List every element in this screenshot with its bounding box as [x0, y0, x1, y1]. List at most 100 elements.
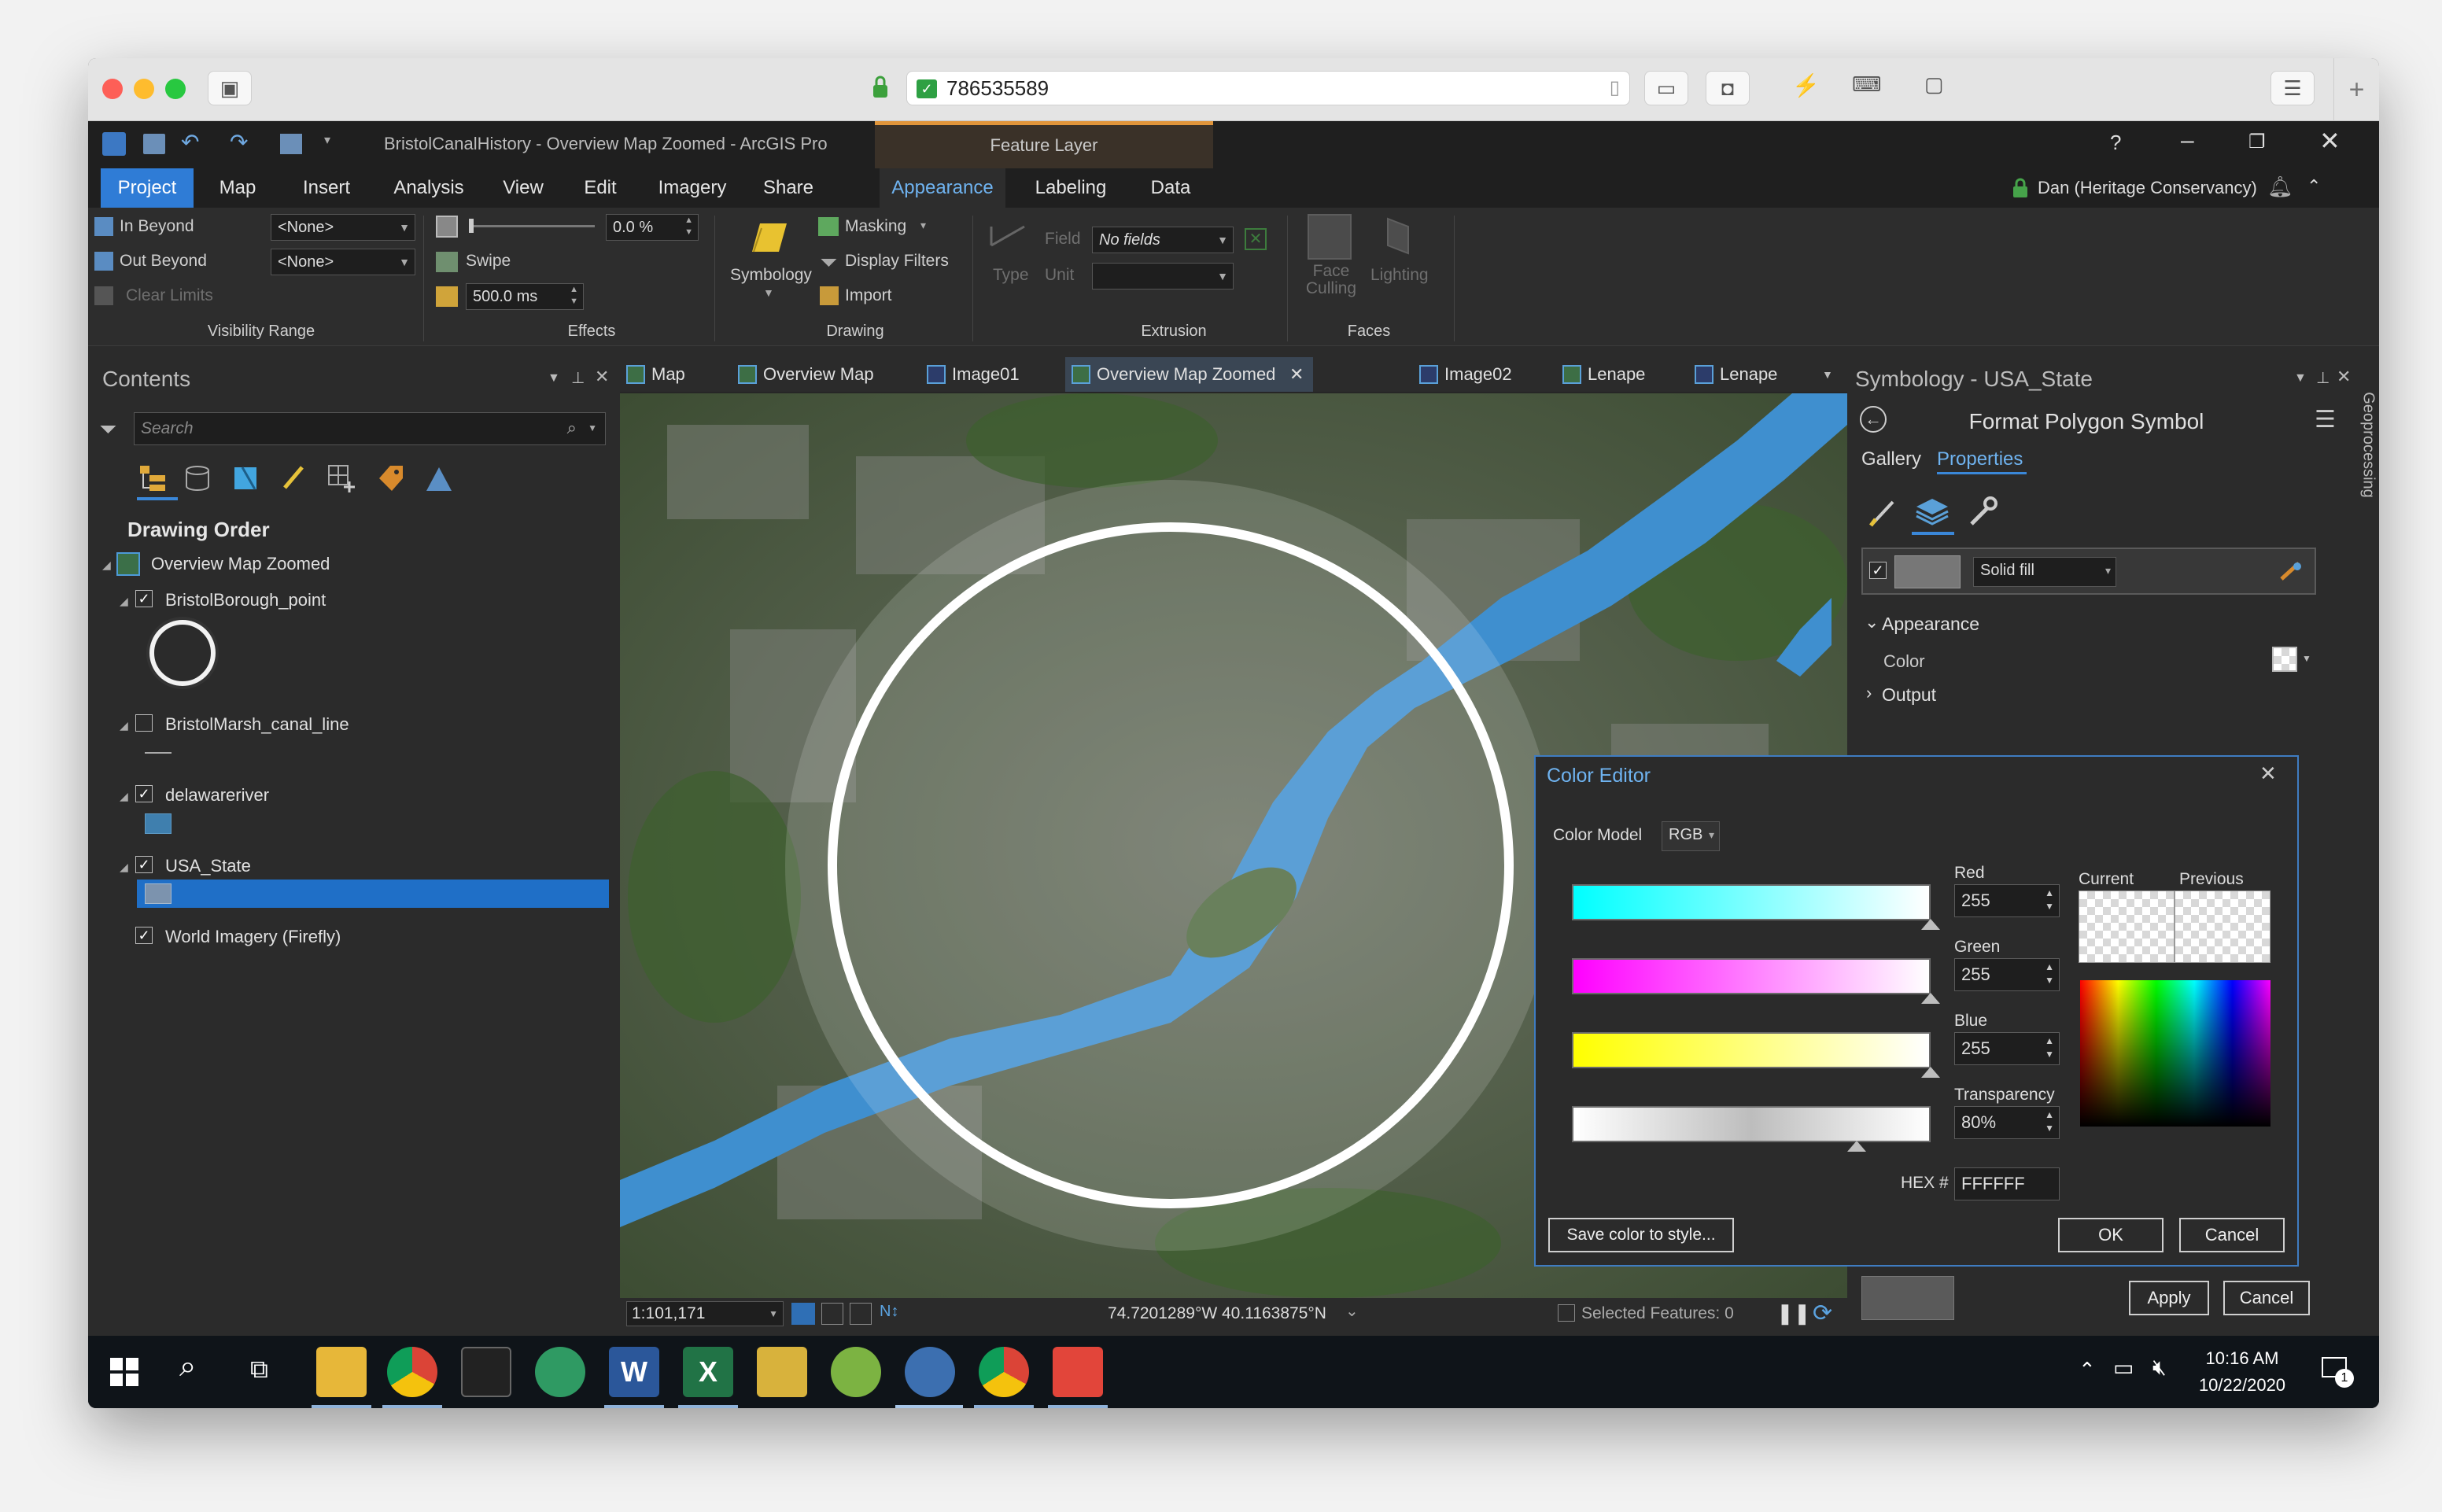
tab-overflow-icon[interactable]: ▼	[1822, 368, 1833, 381]
tab-edit[interactable]: Edit	[565, 168, 636, 208]
tab-appearance[interactable]: Appearance	[880, 168, 1005, 208]
save-color-to-style-button[interactable]: Save color to style...	[1548, 1218, 1734, 1252]
layer-visibility-checkbox[interactable]: ✓	[135, 927, 153, 944]
transparency-slider-thumb[interactable]	[469, 219, 474, 233]
menu-icon[interactable]: ☰	[2270, 71, 2315, 105]
zoom-window-button[interactable]	[165, 79, 186, 99]
unit-combo[interactable]: ▼	[1092, 263, 1234, 289]
tab-labeling[interactable]: Labeling	[1020, 168, 1122, 208]
screen-icon[interactable]: ◘	[1706, 71, 1750, 105]
transparency-input[interactable]: 80% ▲ ▼	[1954, 1106, 2060, 1139]
wrench-icon[interactable]	[1967, 496, 1998, 527]
geoprocessing-side-tab[interactable]: Geoprocessing	[2355, 357, 2379, 546]
map-tab[interactable]: Lenape	[1688, 357, 1777, 392]
brush-icon[interactable]	[1868, 496, 1899, 527]
snapping-toggle-icon[interactable]	[821, 1303, 843, 1325]
clock[interactable]: 10:16 AM 10/22/2020	[2187, 1345, 2297, 1399]
polygon-symbol-swatch[interactable]	[145, 883, 172, 904]
tab-share[interactable]: Share	[749, 168, 828, 208]
word-icon[interactable]: W	[609, 1347, 659, 1397]
transparency-slider[interactable]	[469, 219, 595, 233]
close-dialog-icon[interactable]: ✕	[2259, 762, 2277, 786]
masking-button[interactable]: Masking	[845, 217, 906, 236]
map-tab-active[interactable]: Overview Map Zoomed ✕	[1065, 357, 1314, 392]
color-spectrum-picker[interactable]	[2080, 980, 2270, 1127]
green-slider-thumb[interactable]	[1921, 993, 1940, 1004]
minimize-app-button[interactable]: –	[2181, 127, 2194, 154]
map-tab[interactable]: Image01	[920, 357, 1020, 392]
field-combo[interactable]: No fields ▼	[1092, 227, 1234, 253]
lightning-icon[interactable]: ⚡	[1792, 72, 1820, 98]
hex-input[interactable]: FFFFFF	[1954, 1167, 2060, 1200]
blue-slider[interactable]	[1572, 1032, 1931, 1068]
appearance-section[interactable]: Appearance	[1882, 614, 1979, 635]
add-tab-icon[interactable]: +	[2333, 58, 2379, 121]
collapse-ribbon-icon[interactable]: ⌃	[2307, 176, 2321, 197]
transparency-slider[interactable]	[1572, 1106, 1931, 1142]
user-account-menu[interactable]: Dan (Heritage Conservancy)	[2038, 178, 2257, 198]
close-tab-icon[interactable]: ✕	[1289, 357, 1304, 392]
tab-gallery[interactable]: Gallery	[1861, 448, 1921, 470]
pane-menu-icon[interactable]: ▼	[2294, 371, 2307, 385]
labeling-icon[interactable]	[376, 463, 406, 494]
symbol-layer-row[interactable]: ✓ Solid fill ▾	[1861, 548, 2316, 595]
refresh-icon[interactable]: ⟳	[1813, 1300, 1832, 1327]
pane-menu-icon[interactable]: ▼	[548, 371, 560, 385]
expression-icon[interactable]: ✕	[1245, 228, 1267, 250]
chrome-icon[interactable]	[979, 1347, 1029, 1397]
minimize-window-button[interactable]	[134, 79, 154, 99]
volume-muted-icon[interactable]: 🔇︎	[2152, 1355, 2167, 1381]
drawing-order-icon[interactable]	[137, 463, 168, 494]
tab-map[interactable]: Map	[198, 168, 277, 208]
transparency-input[interactable]: 0.0 % ▲ ▼	[606, 214, 699, 241]
lighting-button[interactable]: Lighting	[1370, 266, 1429, 285]
map-tab[interactable]: Lenape	[1556, 357, 1645, 392]
tab-insert[interactable]: Insert	[283, 168, 370, 208]
command-prompt-icon[interactable]	[461, 1347, 511, 1397]
windows-start-icon[interactable]	[109, 1356, 140, 1388]
bell-icon[interactable]: 🔔︎	[2267, 175, 2293, 199]
north-arrow-icon[interactable]: N↕	[880, 1303, 898, 1321]
contact-icon[interactable]: ▣	[208, 71, 252, 105]
network-icon[interactable]: ▭	[2113, 1355, 2134, 1381]
chat-icon[interactable]: ▭	[1644, 71, 1688, 105]
close-pane-icon[interactable]: ✕	[2337, 367, 2351, 387]
collapse-layer-icon[interactable]: ◢	[120, 595, 128, 608]
tab-analysis[interactable]: Analysis	[378, 168, 480, 208]
undo-icon[interactable]: ↶	[181, 129, 199, 155]
help-button[interactable]: ?	[2110, 131, 2121, 155]
map-tab[interactable]: Image02	[1413, 357, 1512, 392]
redo-icon[interactable]: ↷	[230, 129, 248, 155]
extrusion-type-button[interactable]: Type	[993, 266, 1029, 285]
red-slider[interactable]	[1572, 884, 1931, 920]
layer-name[interactable]: delawareriver	[165, 785, 269, 806]
search-input[interactable]: Search ⌕ ▼	[134, 412, 606, 445]
symbol-layer-checkbox[interactable]: ✓	[1869, 562, 1887, 579]
selection-icon[interactable]	[231, 464, 260, 492]
restore-app-button[interactable]: ❐	[2248, 131, 2266, 153]
data-source-icon[interactable]	[184, 464, 211, 492]
output-section[interactable]: Output	[1882, 684, 1936, 706]
ok-button[interactable]: OK	[2058, 1218, 2163, 1252]
editing-icon[interactable]	[280, 463, 308, 492]
swipe-button[interactable]: Swipe	[466, 252, 511, 271]
charts-icon[interactable]	[423, 463, 455, 494]
customize-qat-icon[interactable]: ▾	[324, 132, 330, 148]
expand-icon[interactable]: ›	[1866, 683, 1872, 703]
point-symbol-swatch[interactable]	[149, 620, 216, 686]
keyboard-icon[interactable]: ⌨	[1852, 72, 1882, 97]
selected-symbol-row[interactable]	[137, 880, 609, 908]
tab-imagery[interactable]: Imagery	[644, 168, 741, 208]
out-beyond-combo[interactable]: <None> ▼	[271, 249, 415, 275]
constraint-icon[interactable]	[850, 1303, 872, 1325]
layer-name[interactable]: BristolBorough_point	[165, 590, 326, 610]
chevron-down-icon[interactable]: ⌄	[1345, 1301, 1359, 1321]
tab-data[interactable]: Data	[1131, 168, 1210, 208]
in-beyond-combo[interactable]: <None> ▼	[271, 214, 415, 241]
search-icon[interactable]: ⌕	[179, 1350, 196, 1384]
collapse-layer-icon[interactable]: ◢	[120, 790, 128, 803]
tab-view[interactable]: View	[488, 168, 559, 208]
close-window-button[interactable]	[102, 79, 123, 99]
layer-visibility-checkbox[interactable]: ✓	[135, 785, 153, 802]
arcgis-tool-icon[interactable]	[757, 1347, 807, 1397]
